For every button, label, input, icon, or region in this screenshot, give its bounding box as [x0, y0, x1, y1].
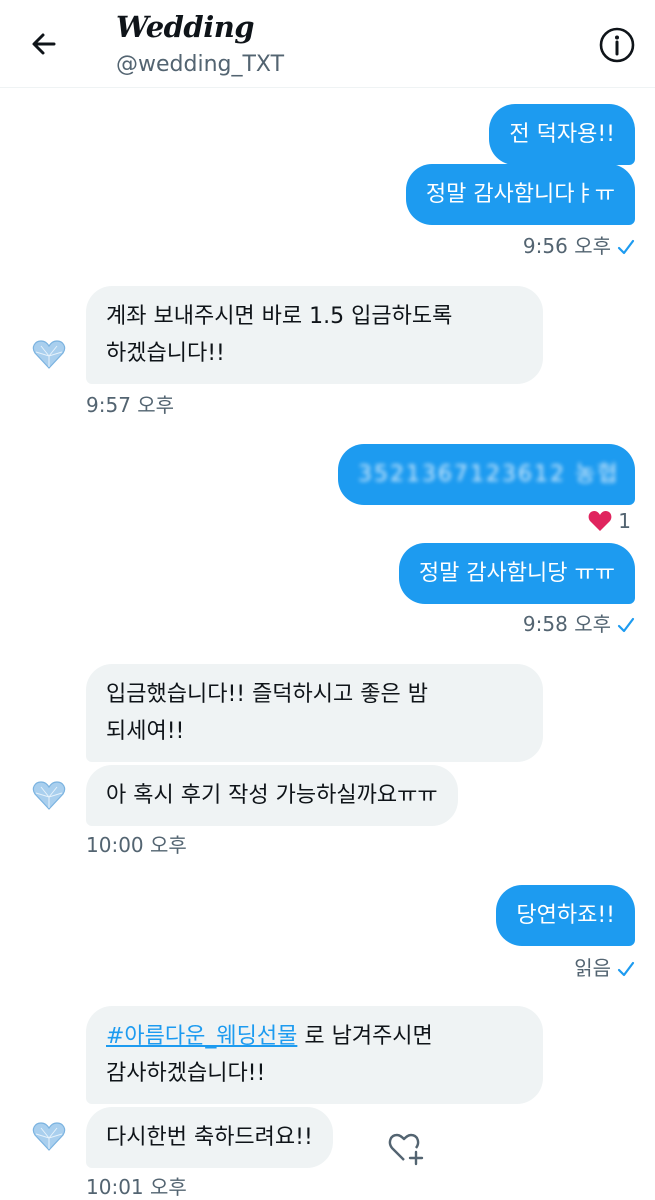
heart-reaction-icon	[588, 511, 612, 531]
reaction-count: 1	[618, 509, 631, 533]
read-check-icon	[617, 961, 635, 977]
incoming-message[interactable]: 다시한번 축하드려요!!	[86, 1107, 333, 1168]
message-text-line: 하겠습니다!!	[106, 341, 225, 366]
message-text: 다시한번 축하드려요!!	[106, 1125, 313, 1150]
message-text-line: 감사하겠습니다!!	[106, 1061, 266, 1086]
message-text-line: #아름다운_웨딩선물 로 남겨주시면	[106, 1018, 523, 1055]
hashtag-link[interactable]: #아름다운_웨딩선물	[106, 1024, 297, 1049]
message-text: 정말 감사함니다ㅑㅠ	[425, 182, 615, 207]
incoming-message[interactable]: 계좌 보내주시면 바로 1.5 입금하도록 하겠습니다!!	[86, 286, 543, 384]
conversation-title[interactable]: Wedding	[116, 10, 255, 44]
timestamp-text: 9:58 오후	[522, 612, 611, 636]
sender-avatar-icon[interactable]	[32, 340, 66, 370]
sender-avatar-icon[interactable]	[32, 1122, 66, 1152]
blurred-account-text: 3521367123612 농협	[358, 462, 620, 487]
conversation-header: Wedding @wedding_TXT	[0, 0, 655, 88]
incoming-message[interactable]: 아 혹시 후기 작성 가능하실까요ㅠㅠ	[86, 765, 458, 826]
message-text: 정말 감사함니당 ㅠㅠ	[418, 561, 615, 586]
message-text-line: 계좌 보내주시면 바로 1.5 입금하도록	[106, 304, 453, 329]
read-status-text: 읽음	[574, 956, 611, 980]
outgoing-message[interactable]: 당연하죠!!	[496, 885, 635, 946]
message-timestamp: 9:58 오후	[523, 608, 635, 637]
conversation-handle[interactable]: @wedding_TXT	[116, 52, 284, 77]
outgoing-message[interactable]: 3521367123612 농협	[338, 444, 635, 505]
sender-avatar-icon[interactable]	[32, 781, 66, 811]
message-timestamp: 10:00 오후	[86, 833, 187, 857]
sent-check-icon	[617, 239, 635, 255]
message-text-line: 입금했습니다!! 즐덕하시고 좋은 밤	[106, 682, 428, 707]
outgoing-message[interactable]: 정말 감사함니당 ㅠㅠ	[398, 543, 635, 604]
back-arrow-icon[interactable]	[26, 26, 62, 62]
message-timestamp: 10:01 오후	[86, 1175, 187, 1199]
outgoing-message[interactable]: 전 덕자용!!	[489, 104, 635, 165]
message-read-status: 읽음	[574, 952, 635, 981]
message-text: 당연하죠!!	[516, 903, 615, 928]
message-text: 전 덕자용!!	[509, 122, 615, 147]
incoming-message[interactable]: #아름다운_웨딩선물 로 남겨주시면 감사하겠습니다!!	[86, 1006, 543, 1104]
message-text-line: 되세여!!	[106, 719, 185, 744]
message-text: 아 혹시 후기 작성 가능하실까요ㅠㅠ	[106, 783, 438, 808]
outgoing-message[interactable]: 정말 감사함니다ㅑㅠ	[405, 164, 635, 225]
add-reaction-icon[interactable]	[388, 1130, 428, 1166]
info-icon[interactable]	[598, 26, 636, 64]
message-timestamp: 9:56 오후	[523, 230, 635, 259]
sent-check-icon	[617, 617, 635, 633]
incoming-message[interactable]: 입금했습니다!! 즐덕하시고 좋은 밤 되세여!!	[86, 664, 543, 762]
message-reaction[interactable]: 1	[588, 509, 631, 533]
message-timestamp: 9:57 오후	[86, 393, 175, 417]
message-text: 로 남겨주시면	[297, 1024, 433, 1049]
timestamp-text: 9:56 오후	[522, 234, 611, 258]
